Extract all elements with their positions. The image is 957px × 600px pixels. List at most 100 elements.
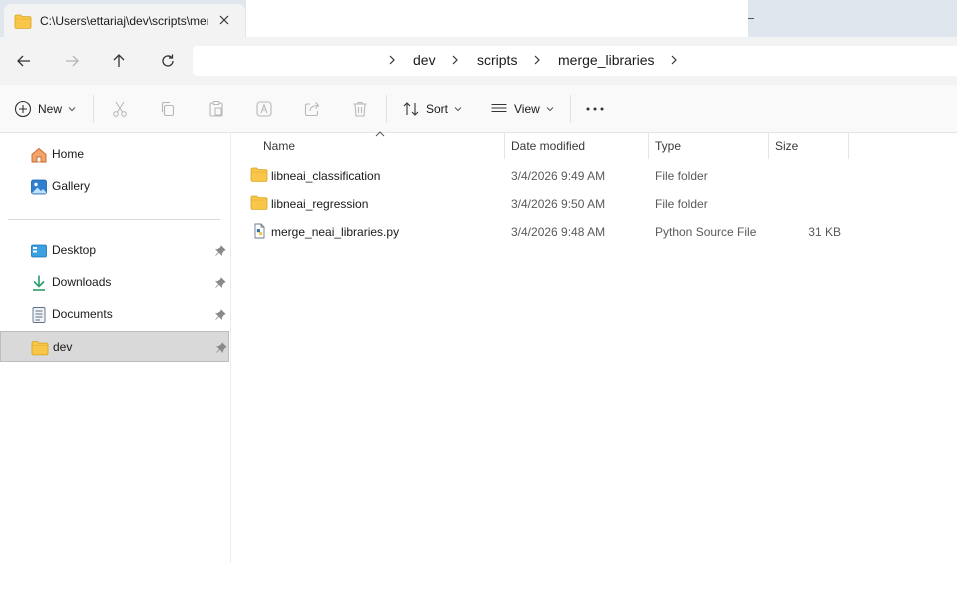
column-divider[interactable] [768,133,769,159]
downloads-icon [33,275,45,291]
file-type: File folder [655,169,708,183]
more-options-button[interactable] [585,97,605,121]
new-button[interactable]: New [14,97,76,121]
column-header-size[interactable]: Size [775,139,798,153]
breadcrumb-merge-libraries[interactable]: merge_libraries [558,52,654,68]
desktop-icon [31,244,47,258]
column-header-type[interactable]: Type [655,139,681,153]
chevron-down-icon [454,107,462,112]
pin-icon[interactable] [214,245,226,257]
breadcrumb-dev[interactable]: dev [413,52,436,68]
file-type: Python Source File [655,225,757,239]
file-date-modified: 3/4/2026 9:48 AM [511,225,606,239]
divider [570,95,571,123]
chevron-right-icon[interactable] [532,54,542,66]
delete-button[interactable] [351,97,369,121]
scissors-icon [113,101,127,117]
folder-icon [31,341,49,356]
paste-icon [209,100,223,117]
pin-icon[interactable] [215,342,227,354]
divider [386,95,387,123]
sidebar-item-home[interactable]: Home [0,139,229,170]
python-file-icon [254,223,265,239]
documents-icon [32,307,46,323]
view-list-icon [491,103,507,113]
folder-icon [250,195,268,210]
trash-icon [353,101,367,117]
file-name: merge_neai_libraries.py [271,225,400,239]
column-divider[interactable] [648,133,649,159]
sidebar-item-label: Gallery [52,179,91,193]
sidebar-item-documents[interactable]: Documents [0,299,229,330]
file-name: libneai_regression [271,197,369,211]
breadcrumb-scripts[interactable]: scripts [477,52,517,68]
paste-button[interactable] [207,97,225,121]
sidebar-item-gallery[interactable]: Gallery [0,171,229,202]
sidebar-item-desktop[interactable]: Desktop [0,235,229,266]
tab-title: C:\Users\ettariaj\dev\scripts\merge_libr… [40,14,208,28]
file-type: File folder [655,197,708,211]
arrow-right-icon [66,55,79,67]
back-button[interactable] [12,49,36,73]
plus-circle-icon [14,100,32,118]
chevron-down-icon [546,107,554,112]
chevron-down-icon [68,107,76,112]
share-button[interactable] [303,97,321,121]
rename-icon [256,101,272,117]
ellipsis-icon [586,107,604,111]
column-divider[interactable] [504,133,505,159]
file-name: libneai_classification [271,169,381,183]
tab-current-folder[interactable]: C:\Users\ettariaj\dev\scripts\merge_libr… [4,4,245,37]
sidebar-item-label: Documents [52,307,113,321]
sort-label: Sort [426,102,449,116]
sidebar-item-label: dev [53,340,73,354]
column-header-name[interactable]: Name [263,139,295,153]
refresh-button[interactable] [156,49,180,73]
view-button[interactable]: View [490,97,554,121]
navigation-bar: dev scripts merge_libraries [0,37,957,85]
folder-icon [14,14,32,29]
pin-icon[interactable] [214,277,226,289]
sidebar-item-label: Downloads [52,275,112,289]
arrow-left-icon [17,55,30,67]
file-row[interactable]: libneai_regression 3/4/2026 9:50 AM File… [248,190,848,218]
sidebar-item-label: Desktop [52,243,97,257]
command-bar: New Sort View [0,85,957,133]
gallery-icon [31,179,47,195]
minimize-icon[interactable] [748,18,754,19]
divider [93,95,94,123]
sort-icon [403,102,419,116]
sidebar-divider [8,219,220,220]
sidebar-item-dev[interactable]: dev [0,331,229,362]
file-row[interactable]: libneai_classification 3/4/2026 9:49 AM … [248,162,848,190]
copy-icon [161,101,175,117]
file-date-modified: 3/4/2026 9:50 AM [511,197,606,211]
arrow-up-icon [113,54,125,67]
navigation-pane: Home Gallery Desktop Downloads Documents… [0,133,231,563]
file-row[interactable]: merge_neai_libraries.py 3/4/2026 9:48 AM… [248,218,848,246]
forward-button[interactable] [60,49,84,73]
file-size: 31 KB [808,225,841,239]
up-button[interactable] [107,49,131,73]
folder-icon [250,167,268,182]
cut-button[interactable] [111,97,129,121]
column-divider[interactable] [848,133,849,159]
overlapping-window [246,0,748,40]
chevron-right-icon[interactable] [450,54,460,66]
column-header-date-modified[interactable]: Date modified [511,139,585,153]
sidebar-item-label: Home [52,147,85,161]
chevron-right-icon[interactable] [387,54,397,66]
sort-button[interactable]: Sort [402,97,462,121]
rename-button[interactable] [255,97,273,121]
sidebar-item-downloads[interactable]: Downloads [0,267,229,298]
refresh-icon [162,54,174,67]
close-icon[interactable] [216,12,232,28]
column-headers: Name Date modified Type Size [232,133,957,159]
pin-icon[interactable] [214,309,226,321]
new-label: New [38,102,63,116]
view-label: View [514,102,540,116]
share-icon [304,102,320,117]
file-date-modified: 3/4/2026 9:49 AM [511,169,606,183]
copy-button[interactable] [159,97,177,121]
chevron-right-icon[interactable] [669,54,679,66]
